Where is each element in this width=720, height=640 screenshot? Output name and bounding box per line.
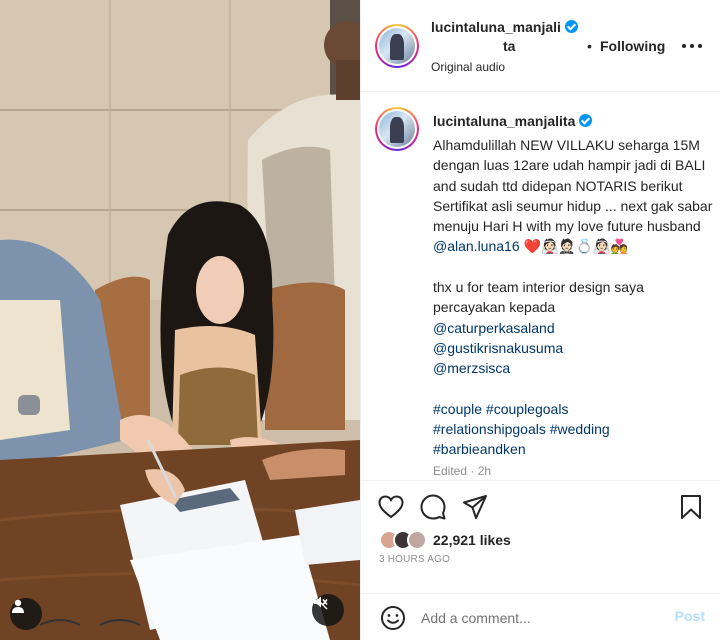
mention-link[interactable]: @gustikrisnakusuma <box>433 340 563 356</box>
caption-emojis: ❤️👰🏻🤵🏻💍👰🏻💑 <box>519 238 629 255</box>
video-frame <box>0 0 360 640</box>
caption-text: Alhamdulillah NEW VILLAKU seharga 15M de… <box>433 135 713 479</box>
liker-avatar <box>407 530 427 550</box>
comment-button[interactable] <box>419 493 447 521</box>
post-actions: 22,921 likes 3 HOURS AGO Post <box>361 480 720 640</box>
verified-badge-icon <box>564 20 578 33</box>
caption-body-part1: Alhamdulillah NEW VILLAKU seharga 15M de… <box>433 137 717 235</box>
caption-body-part2: thx u for team interior design saya perc… <box>433 279 648 316</box>
audio-muted-icon <box>312 594 328 610</box>
user-icon <box>12 599 24 613</box>
mention-link[interactable]: @merzsisca <box>433 360 510 376</box>
more-options-button[interactable] <box>679 36 705 56</box>
send-icon <box>463 495 487 519</box>
audio-label[interactable]: Original audio <box>431 60 505 74</box>
comment-input[interactable] <box>421 606 661 630</box>
follow-separator: • <box>587 38 592 54</box>
emoji-icon <box>381 606 405 630</box>
post-timestamp[interactable]: 3 HOURS AGO <box>379 554 450 565</box>
following-button[interactable]: Following <box>600 38 665 54</box>
author-username-link[interactable]: lucintaluna_manjali ta <box>431 18 581 56</box>
hashtags-line-1[interactable]: #couple #couplegoals <box>433 401 568 417</box>
save-button[interactable] <box>677 493 705 521</box>
mention-link[interactable]: @caturperkasaland <box>433 320 555 336</box>
bookmark-icon <box>681 495 701 519</box>
caption-username-link[interactable]: lucintaluna_manjalita <box>433 113 593 129</box>
author-avatar[interactable] <box>375 24 419 68</box>
hashtags-line-2[interactable]: #relationshipgoals #wedding <box>433 421 610 437</box>
caption-area: lucintaluna_manjalita Alhamdulillah NEW … <box>361 93 720 479</box>
more-horizontal-icon <box>682 44 702 48</box>
caption-verified-icon <box>579 114 593 127</box>
post-video[interactable] <box>0 0 360 640</box>
tagged-users-button[interactable] <box>10 598 42 630</box>
comment-bar: Post <box>361 593 720 640</box>
comment-icon <box>420 494 446 520</box>
hashtags-line-3[interactable]: #barbieandken <box>433 441 526 457</box>
mute-toggle-button[interactable] <box>312 594 344 626</box>
post-header: lucintaluna_manjali ta • Following Origi… <box>361 0 720 92</box>
share-button[interactable] <box>461 493 489 521</box>
like-button[interactable] <box>377 493 405 521</box>
heart-icon <box>378 495 404 519</box>
post-comment-button[interactable]: Post <box>675 608 705 624</box>
author-username-line1: lucintaluna_manjali <box>431 19 561 35</box>
emoji-button[interactable] <box>379 604 407 632</box>
caption-author-avatar[interactable] <box>375 107 419 151</box>
author-username-line2: ta <box>503 38 516 54</box>
edited-label: Edited · 2h <box>433 463 492 478</box>
caption-username: lucintaluna_manjalita <box>433 113 576 129</box>
likes-count[interactable]: 22,921 likes <box>433 532 511 548</box>
likes-row[interactable]: 22,921 likes <box>379 529 511 551</box>
mention-husband-link[interactable]: @alan.luna16 <box>433 238 520 254</box>
post-side-panel: lucintaluna_manjali ta • Following Origi… <box>360 0 720 640</box>
